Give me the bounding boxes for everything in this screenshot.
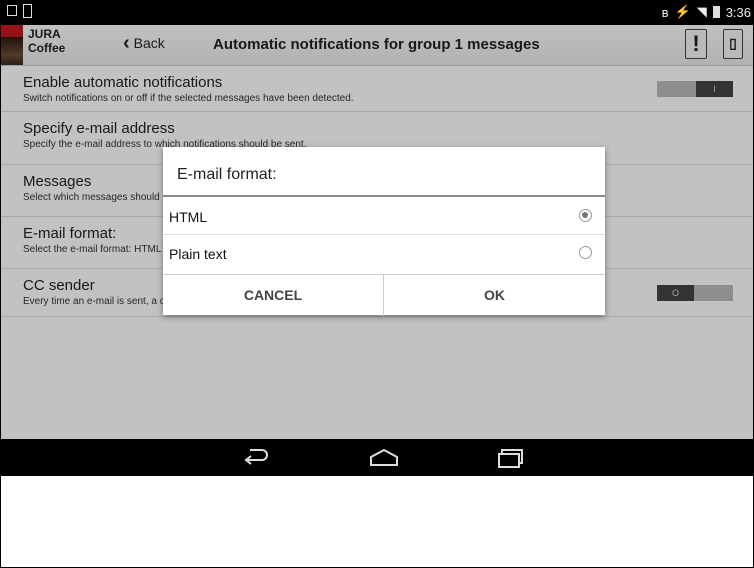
battery-icon	[712, 6, 720, 18]
dialog-divider	[163, 195, 605, 197]
dialog-title: E-mail format:	[177, 166, 277, 183]
radio-selected-icon[interactable]	[579, 209, 592, 222]
status-time: 3:36	[725, 4, 751, 20]
screenshot-notification-icon	[7, 5, 17, 16]
bluetooth-icon: ʙ	[661, 4, 669, 20]
wifi-icon: ◥	[696, 4, 707, 19]
option-label: HTML	[169, 209, 208, 225]
home-nav-icon[interactable]	[368, 448, 400, 468]
ok-button[interactable]: OK	[384, 275, 605, 316]
option-label: Plain text	[169, 246, 227, 262]
option-html[interactable]: HTML	[163, 198, 605, 235]
status-bar: ʙ ⚡ ◥ 3:36	[1, 1, 753, 25]
phone-notification-icon	[23, 4, 32, 18]
screen: ʙ ⚡ ◥ 3:36 JURA Coffee ‹ Back Automatic …	[0, 0, 754, 568]
cancel-button[interactable]: CANCEL	[163, 275, 384, 316]
mute-icon: ⚡	[674, 4, 691, 19]
dialog-buttons: CANCEL OK	[163, 274, 605, 316]
radio-unselected-icon[interactable]	[579, 246, 592, 259]
email-format-dialog: E-mail format: HTML Plain text CANCEL OK	[163, 147, 605, 316]
recents-nav-icon[interactable]	[497, 448, 525, 470]
navigation-bar	[1, 439, 753, 476]
back-nav-icon[interactable]	[242, 448, 270, 468]
option-plain-text[interactable]: Plain text	[163, 235, 605, 271]
